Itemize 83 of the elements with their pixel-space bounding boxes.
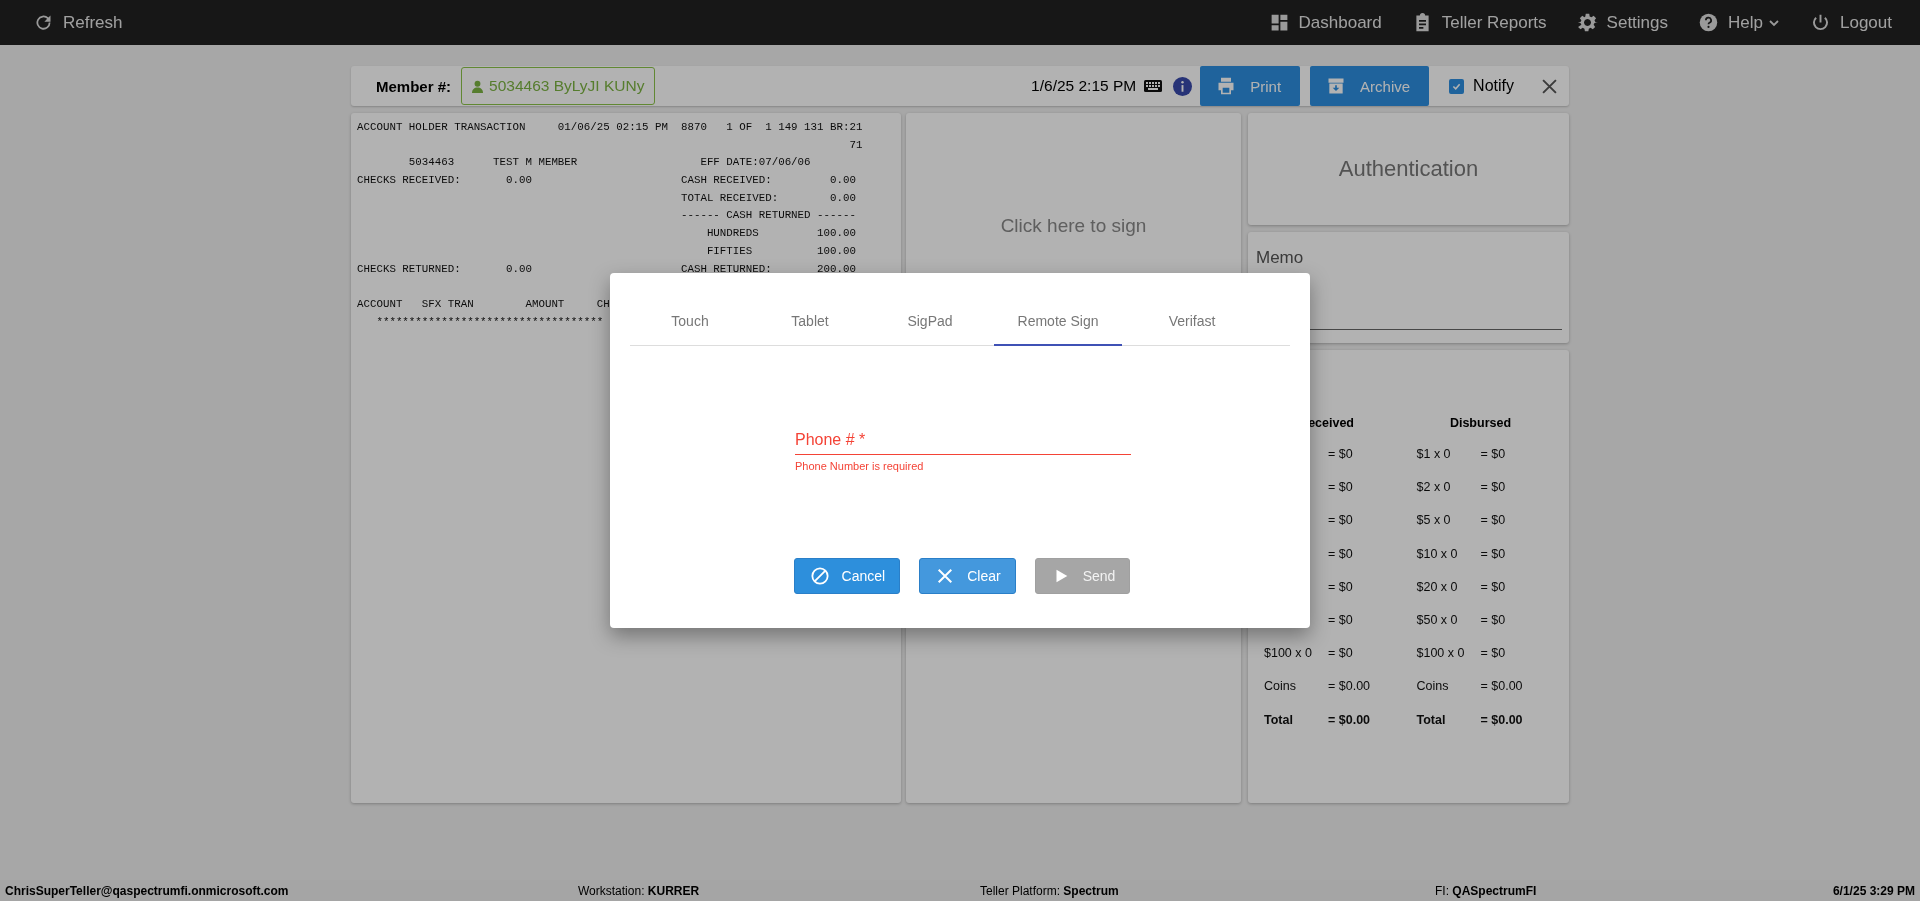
denomination-label: Total	[1264, 712, 1293, 727]
amount-value: = $0.00	[1480, 679, 1523, 696]
amount-value: = $0.00	[1480, 712, 1523, 729]
amount-value: = $0	[1328, 447, 1353, 463]
amount-value: = $0.00	[1328, 679, 1371, 696]
denomination-label: $5 x 0	[1416, 513, 1451, 528]
authentication-title: Authentication	[1338, 156, 1479, 182]
authentication-card[interactable]: Authentication	[1248, 113, 1569, 225]
transaction-datetime: 1/6/25 2:15 PM	[1031, 77, 1137, 95]
denomination-label: $10 x 0	[1416, 546, 1458, 561]
info-icon[interactable]	[1173, 76, 1193, 96]
denomination-label: $2 x 0	[1416, 480, 1451, 495]
amount-value: = $0	[1328, 612, 1353, 629]
archive-icon	[1326, 76, 1347, 96]
notify-checkbox[interactable]	[1449, 78, 1465, 94]
dialog-button[interactable]: Clear	[919, 558, 1016, 594]
cancel-icon	[810, 567, 829, 585]
receipt-line: CHECKS RECEIVED: 0.00 CASH RECEIVED: 0.00	[357, 174, 856, 187]
amount-value: = $0	[1480, 513, 1506, 530]
status-datetime: 6/1/25 3:29 PM	[1832, 883, 1915, 898]
amount-value: = $0	[1480, 579, 1506, 596]
amount-value: = $0	[1328, 646, 1353, 663]
amount-value: = $0	[1328, 546, 1353, 563]
phone-field[interactable]: Phone # *	[795, 426, 1131, 455]
receipt-line: ------ CASH RETURNED ------	[679, 209, 856, 222]
receipt-line: FIFTIES 100.00	[705, 244, 856, 257]
denomination-label: $20 x 0	[1416, 579, 1458, 594]
receipt-line: 5034463 TEST M MEMBER EFF DATE:07/06/06	[407, 156, 811, 169]
toolbar-button[interactable]: Archive	[1310, 66, 1430, 106]
amount-value: = $0	[1480, 546, 1506, 563]
amount-value: = $0.00	[1328, 712, 1371, 729]
error-message: Phone Number is required	[795, 460, 924, 472]
amount-value: = $0	[1480, 612, 1506, 629]
status-item: FI: QASpectrumFI	[1435, 883, 1538, 898]
receipt-line: TOTAL RECEIVED: 0.00	[679, 191, 856, 204]
dialog-tab[interactable]: Tablet	[750, 297, 870, 346]
keyboard-icon[interactable]	[1144, 80, 1163, 92]
power-icon	[1810, 12, 1831, 33]
status-item: Teller Platform: Spectrum	[980, 883, 1120, 898]
dialog-tab[interactable]: SigPad	[870, 297, 990, 346]
member-label: Member #:	[376, 77, 452, 95]
denomination-label: $100 x 0	[1416, 646, 1465, 661]
notify-label[interactable]: Notify	[1473, 77, 1514, 95]
printer-icon	[1216, 76, 1237, 96]
receipt-line: CHECKS RETURNED: 0.00 CASH RETURNED: 200.00	[357, 262, 856, 275]
receipt-line: 71	[848, 138, 863, 151]
status-item: Workstation: KURRER	[578, 883, 701, 898]
column-header: Disbursed	[1448, 416, 1513, 432]
amount-value: = $0	[1328, 513, 1353, 530]
nav-link[interactable]: Dashboard	[1268, 12, 1382, 33]
receipt-line: ACCOUNT HOLDER TRANSACTION 01/06/25 02:15 PM 8870 1 OF 1 149 131 BR:21	[357, 121, 863, 133]
receipt-line: ***********************************	[375, 315, 604, 328]
close-icon	[936, 567, 955, 585]
nav-link[interactable]: Help	[1698, 12, 1780, 33]
denomination-label: $1 x 0	[1416, 447, 1451, 461]
amount-value: = $0	[1328, 579, 1353, 596]
dialog-tab[interactable]: Remote Sign	[994, 297, 1122, 346]
nav-link[interactable]: Teller Reports	[1411, 12, 1547, 33]
sign-prompt: Click here to sign	[1000, 215, 1147, 237]
denomination-label: Total	[1416, 712, 1446, 727]
amount-value: = $0	[1328, 480, 1353, 497]
amount-value: = $0	[1480, 447, 1506, 463]
receipt-line: HUNDREDS 100.00	[705, 227, 856, 240]
nav-link[interactable]: Settings	[1576, 12, 1669, 33]
denomination-label: Coins	[1264, 679, 1296, 694]
denomination-label: $100 x 0	[1264, 646, 1312, 661]
toolbar-button[interactable]: Print	[1200, 66, 1301, 106]
denomination-label: $50 x 0	[1416, 612, 1458, 627]
denomination-label: Coins	[1416, 679, 1449, 694]
dialog-button[interactable]: Cancel	[793, 558, 901, 594]
close-icon[interactable]	[1542, 78, 1557, 94]
amount-value: = $0	[1480, 480, 1506, 497]
person-icon	[472, 79, 484, 93]
settings-icon	[1576, 12, 1598, 33]
receipt-line: ACCOUNT SFX TRAN AMOUNT CH	[357, 297, 610, 310]
column-header: eceived	[1307, 416, 1354, 432]
refresh-link[interactable]: Refresh	[33, 12, 123, 33]
dialog-tab[interactable]: Verifast	[1132, 297, 1252, 346]
nav-link[interactable]: Logout	[1810, 12, 1892, 33]
amount-value: = $0	[1480, 646, 1506, 663]
user-email: ChrisSuperTeller@qaspectrumfi.onmicrosoft.com	[5, 883, 290, 898]
dialog-tab[interactable]: Touch	[630, 297, 750, 346]
help-icon	[1698, 12, 1720, 33]
